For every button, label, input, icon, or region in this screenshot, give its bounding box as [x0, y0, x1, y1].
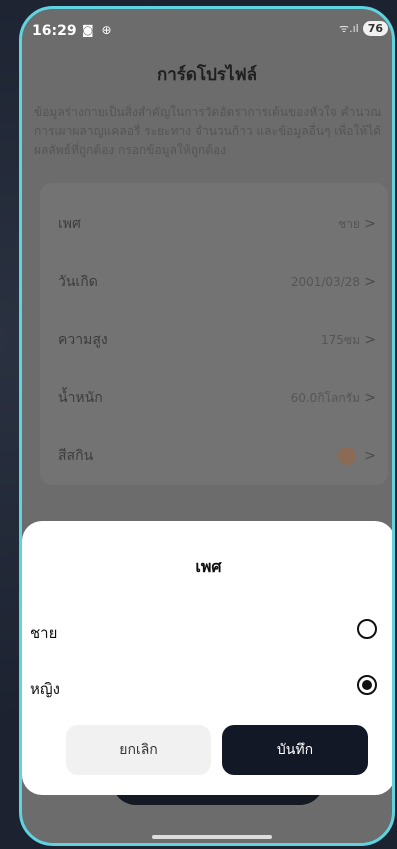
row-label: เพศ [58, 216, 81, 232]
row-birthday[interactable]: วันเกิด 2001/03/28 > [40, 253, 388, 311]
option-label: ชาย [30, 624, 58, 642]
gender-bottom-sheet: เพศ ชาย หญิง ยกเลิก บันทึก [22, 521, 392, 795]
option-label: หญิง [30, 680, 60, 698]
row-label: สีสกิน [58, 448, 94, 464]
option-female[interactable]: หญิง [22, 667, 392, 707]
row-label: ความสูง [58, 332, 108, 348]
app-screen: 16:29 ◙ ⊕ ᯤ.ıl 76 การ์ดโปรไฟล์ ข้อมูลร่า… [22, 9, 392, 843]
row-label: วันเกิด [58, 274, 98, 290]
row-label: น้ำหนัก [58, 390, 103, 406]
row-gender[interactable]: เพศ ชาย > [40, 195, 388, 253]
chevron-right-icon: > [364, 332, 376, 348]
row-value: 60.0กิโลกรัม [290, 390, 360, 405]
home-indicator [152, 835, 272, 839]
wifi-signal-icon: ᯤ.ıl [339, 22, 359, 35]
chevron-right-icon: > [364, 274, 376, 290]
chevron-right-icon: > [364, 216, 376, 232]
battery-indicator: 76 [362, 21, 388, 36]
row-weight[interactable]: น้ำหนัก 60.0กิโลกรัม > [40, 369, 388, 427]
radio-checked-icon[interactable] [357, 675, 377, 695]
status-right: ᯤ.ıl 76 [339, 21, 388, 36]
chevron-right-icon: > [364, 448, 376, 464]
page-description: ข้อมูลร่างกายเป็นสิ่งสำคัญในการวัดอัตราก… [34, 105, 382, 157]
option-male[interactable]: ชาย [22, 611, 392, 651]
chevron-right-icon: > [364, 390, 376, 406]
row-value: 175ซม [321, 332, 360, 347]
row-skin-color[interactable]: สีสกิน > [40, 427, 388, 485]
profile-card: เพศ ชาย > วันเกิด 2001/03/28 > ความสูง 1… [40, 183, 388, 485]
status-time: 16:29 [32, 23, 77, 39]
notification-icons: ◙ ⊕ [82, 23, 114, 37]
radio-unchecked-icon[interactable] [357, 619, 377, 639]
row-value: 2001/03/28 [290, 275, 360, 289]
save-button[interactable]: บันทึก [222, 725, 368, 775]
sheet-title: เพศ [195, 557, 222, 576]
cancel-button[interactable]: ยกเลิก [66, 725, 211, 775]
phone-frame: 16:29 ◙ ⊕ ᯤ.ıl 76 การ์ดโปรไฟล์ ข้อมูลร่า… [19, 6, 395, 846]
skin-color-swatch [338, 447, 356, 465]
row-value: ชาย [338, 216, 360, 231]
page-title: การ์ดโปรไฟล์ [156, 65, 258, 85]
row-height[interactable]: ความสูง 175ซม > [40, 311, 388, 369]
status-bar: 16:29 ◙ ⊕ ᯤ.ıl 76 [22, 9, 392, 45]
